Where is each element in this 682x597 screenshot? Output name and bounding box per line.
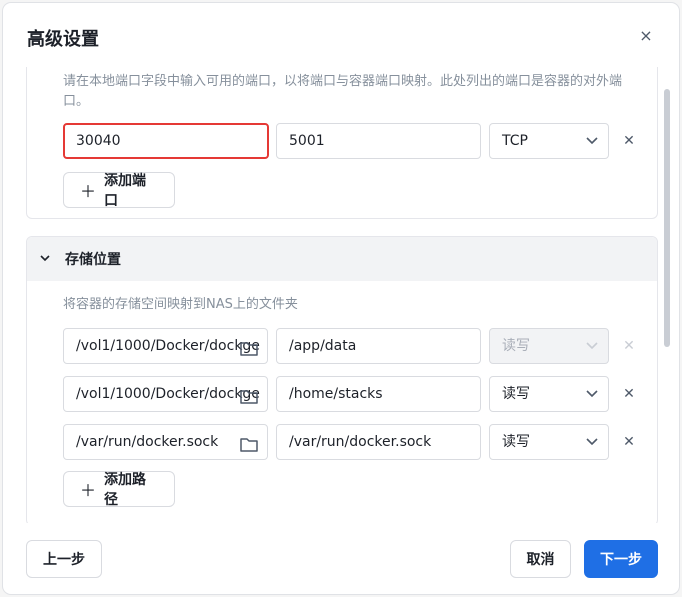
container-path-value: /app/data [289,338,357,354]
scrollbar[interactable] [664,89,670,347]
close-icon[interactable]: × [637,27,655,45]
dialog-title: 高级设置 [27,29,99,50]
chevron-down-icon [586,425,598,459]
host-path-input[interactable]: /vol1/1000/Docker/dockge [63,376,268,412]
host-path-value: /vol1/1000/Docker/dockge [76,386,260,402]
host-path-value: /vol1/1000/Docker/dockge [76,338,260,354]
mode-select[interactable]: 读写 [489,376,609,412]
container-port-value: 5001 [289,133,325,149]
folder-icon[interactable] [239,385,259,404]
storage-section: 存储位置 将容器的存储空间映射到NAS上的文件夹 /vol1/1000/Dock… [26,236,658,523]
container-path-input[interactable]: /home/stacks [276,376,481,412]
container-path-value: /var/run/docker.sock [289,434,432,450]
protocol-value: TCP [502,133,528,149]
container-port-input[interactable]: 5001 [276,123,481,159]
folder-icon[interactable] [239,433,259,452]
mode-select: 读写 [489,328,609,364]
storage-section-header[interactable]: 存储位置 [27,237,657,281]
container-path-input[interactable]: /app/data [276,328,481,364]
port-section: 请在本地端口字段中输入可用的端口，以将端口与容器端口映射。此处列出的端口是容器的… [26,67,658,219]
scroll-area[interactable]: 请在本地端口字段中输入可用的端口，以将端口与容器端口映射。此处列出的端口是容器的… [3,67,679,523]
plus-icon: ＋ [80,182,97,201]
container-path-value: /home/stacks [289,386,383,402]
remove-path-icon: ✕ [623,338,635,354]
remove-port-icon[interactable]: ✕ [621,133,637,149]
cancel-button[interactable]: 取消 [510,540,571,578]
host-path-value: /var/run/docker.sock [76,434,219,450]
folder-icon[interactable] [239,337,259,356]
chevron-down-icon [586,377,598,411]
next-step-button[interactable]: 下一步 [584,540,658,578]
add-port-button[interactable]: ＋ 添加端口 [63,172,175,209]
chevron-down-icon [586,329,598,363]
storage-section-title: 存储位置 [65,252,121,268]
container-path-input[interactable]: /var/run/docker.sock [276,424,481,460]
storage-hint: 将容器的存储空间映射到NAS上的文件夹 [63,297,298,312]
mode-value: 读写 [502,386,530,402]
mode-value: 读写 [502,434,530,450]
chevron-down-icon [39,252,53,267]
remove-path-icon[interactable]: ✕ [621,434,637,450]
add-path-label: 添加路径 [104,472,147,508]
plus-icon: ＋ [80,481,97,500]
host-path-input[interactable]: /vol1/1000/Docker/dockge [63,328,268,364]
add-path-button[interactable]: ＋ 添加路径 [63,471,175,508]
remove-path-icon[interactable]: ✕ [621,386,637,402]
host-path-input[interactable]: /var/run/docker.sock [63,424,268,460]
prev-step-button[interactable]: 上一步 [26,540,102,578]
mode-value: 读写 [502,338,530,354]
local-port-input[interactable]: 30040 [63,123,269,159]
mode-select[interactable]: 读写 [489,424,609,460]
add-port-label: 添加端口 [104,173,147,209]
local-port-value: 30040 [76,133,121,149]
port-hint: 请在本地端口字段中输入可用的端口，以将端口与容器端口映射。此处列出的端口是容器的… [63,74,623,109]
advanced-settings-dialog: 高级设置 × 请在本地端口字段中输入可用的端口，以将端口与容器端口映射。此处列出… [3,3,679,594]
protocol-select[interactable]: TCP [489,123,609,159]
chevron-down-icon [586,124,598,158]
